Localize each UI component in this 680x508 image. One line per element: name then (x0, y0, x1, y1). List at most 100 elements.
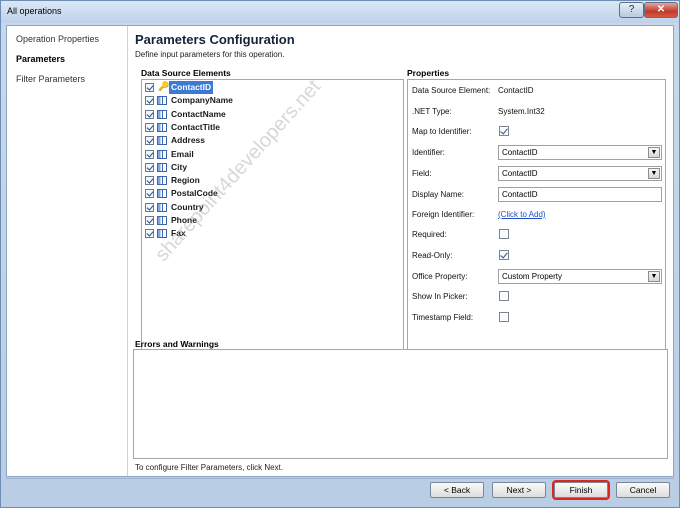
column-icon (157, 136, 167, 146)
footer-divider (6, 478, 674, 479)
identifier-dropdown[interactable]: ContactID ▼ (498, 145, 662, 160)
page-title: Parameters Configuration (135, 32, 295, 47)
checkbox[interactable] (145, 149, 154, 159)
prop-read-only: Read-Only: (412, 249, 662, 263)
prop-label: .NET Type: (412, 107, 452, 116)
column-icon (157, 202, 167, 212)
tree-item-contacttitle[interactable]: ContactTitle (144, 121, 399, 134)
prop-value: ContactID (498, 86, 534, 95)
checkbox[interactable] (145, 229, 154, 239)
checkbox[interactable] (145, 162, 154, 172)
chevron-down-icon[interactable]: ▼ (648, 271, 660, 282)
tree-item-companyname[interactable]: CompanyName (144, 94, 399, 107)
checkbox[interactable] (145, 216, 154, 225)
prop-label: Office Property: (412, 272, 468, 281)
column-icon (157, 149, 167, 159)
checkbox[interactable] (145, 189, 154, 199)
prop-label: Read-Only: (412, 251, 453, 260)
nav-item-filter-parameters[interactable]: Filter Parameters (16, 74, 85, 84)
errors-label: Errors and Warnings (135, 339, 219, 349)
chevron-down-icon[interactable]: ▼ (648, 147, 660, 158)
prop-label: Show In Picker: (412, 292, 468, 301)
input-value: ContactID (502, 190, 538, 199)
tree-item-address[interactable]: Address (144, 134, 399, 147)
key-icon: 🔑 (158, 81, 170, 91)
prop-identifier: Identifier: ContactID ▼ (412, 145, 662, 160)
data-source-label: Data Source Elements (141, 68, 231, 78)
tree-item-region[interactable]: Region (144, 174, 399, 187)
read-only-checkbox[interactable] (499, 250, 509, 260)
tree-item-label: Region (171, 175, 200, 186)
show-in-picker-checkbox[interactable] (499, 291, 509, 301)
dialog-client: Operation Properties Parameters Filter P… (6, 25, 674, 477)
checkbox[interactable] (145, 176, 154, 186)
checkbox[interactable] (145, 96, 154, 106)
chevron-down-icon[interactable]: ▼ (648, 168, 660, 179)
properties-label: Properties (407, 68, 450, 78)
prop-label: Foreign Identifier: (412, 210, 475, 219)
field-dropdown[interactable]: ContactID ▼ (498, 166, 662, 181)
display-name-input[interactable]: ContactID (498, 187, 662, 202)
timestamp-field-checkbox[interactable] (499, 312, 509, 322)
main-panel: Parameters Configuration Define input pa… (128, 26, 673, 476)
prop-label: Identifier: (412, 148, 445, 157)
map-to-identifier-checkbox[interactable] (499, 126, 509, 136)
prop-label: Map to Identifier: (412, 127, 472, 136)
close-button[interactable]: ✕ (644, 2, 678, 18)
tree-item-contactid[interactable]: 🔑 ContactID (144, 81, 399, 94)
checkbox[interactable] (145, 122, 154, 132)
cancel-button[interactable]: Cancel (616, 482, 670, 498)
tree-item-country[interactable]: Country (144, 201, 399, 214)
prop-label: Display Name: (412, 190, 465, 199)
column-icon (157, 216, 167, 225)
tree-item-label: Phone (171, 215, 197, 225)
window-title: All operations (7, 6, 62, 16)
tree-item-phone[interactable]: Phone (144, 214, 399, 227)
tree-item-city[interactable]: City (144, 161, 399, 174)
hint-text: To configure Filter Parameters, click Ne… (135, 463, 284, 472)
tree-item-label: ContactID (169, 81, 214, 94)
next-button[interactable]: Next > (492, 482, 546, 498)
finish-button[interactable]: Finish (552, 480, 610, 500)
tree-item-fax[interactable]: Fax (144, 227, 399, 240)
prop-required: Required: (412, 228, 662, 242)
column-icon (157, 162, 167, 172)
nav-item-parameters[interactable]: Parameters (16, 54, 65, 64)
prop-net-type: .NET Type: System.Int32 (412, 105, 662, 119)
checkbox[interactable] (145, 202, 154, 212)
data-source-tree[interactable]: 🔑 ContactID CompanyName ContactName Cont… (141, 79, 404, 359)
dropdown-value: ContactID (502, 148, 538, 157)
required-checkbox[interactable] (499, 229, 509, 239)
column-icon (157, 96, 167, 106)
tree-item-contactname[interactable]: ContactName (144, 108, 399, 121)
errors-list[interactable] (133, 349, 668, 459)
prop-display-name: Display Name: ContactID (412, 187, 662, 202)
column-icon (157, 189, 167, 199)
prop-label: Field: (412, 169, 432, 178)
column-icon (157, 122, 167, 132)
help-button[interactable]: ? (619, 2, 644, 18)
prop-value: System.Int32 (498, 107, 545, 116)
tree-item-label: Fax (171, 228, 186, 239)
tree-item-postalcode[interactable]: PostalCode (144, 187, 399, 200)
dialog-window: All operations ? ✕ Operation Properties … (0, 0, 680, 508)
checkbox[interactable] (145, 109, 154, 119)
column-icon (157, 176, 167, 186)
checkbox[interactable] (145, 136, 154, 146)
back-button[interactable]: < Back (430, 482, 484, 498)
prop-office-property: Office Property: Custom Property ▼ (412, 269, 662, 284)
dropdown-value: ContactID (502, 169, 538, 178)
tree-item-label: Email (171, 148, 194, 159)
nav-item-operation-properties[interactable]: Operation Properties (16, 34, 99, 44)
wizard-nav: Operation Properties Parameters Filter P… (7, 26, 128, 476)
tree-item-email[interactable]: Email (144, 148, 399, 161)
click-to-add-link[interactable]: (Click to Add) (498, 210, 546, 219)
tree-item-label: Country (171, 201, 204, 212)
checkbox[interactable] (145, 83, 154, 92)
tree-item-label: ContactName (171, 108, 226, 119)
prop-show-in-picker: Show In Picker: (412, 290, 662, 304)
tree-item-label: CompanyName (171, 95, 233, 106)
prop-label: Timestamp Field: (412, 313, 474, 322)
column-icon (157, 109, 167, 119)
office-property-dropdown[interactable]: Custom Property ▼ (498, 269, 662, 284)
